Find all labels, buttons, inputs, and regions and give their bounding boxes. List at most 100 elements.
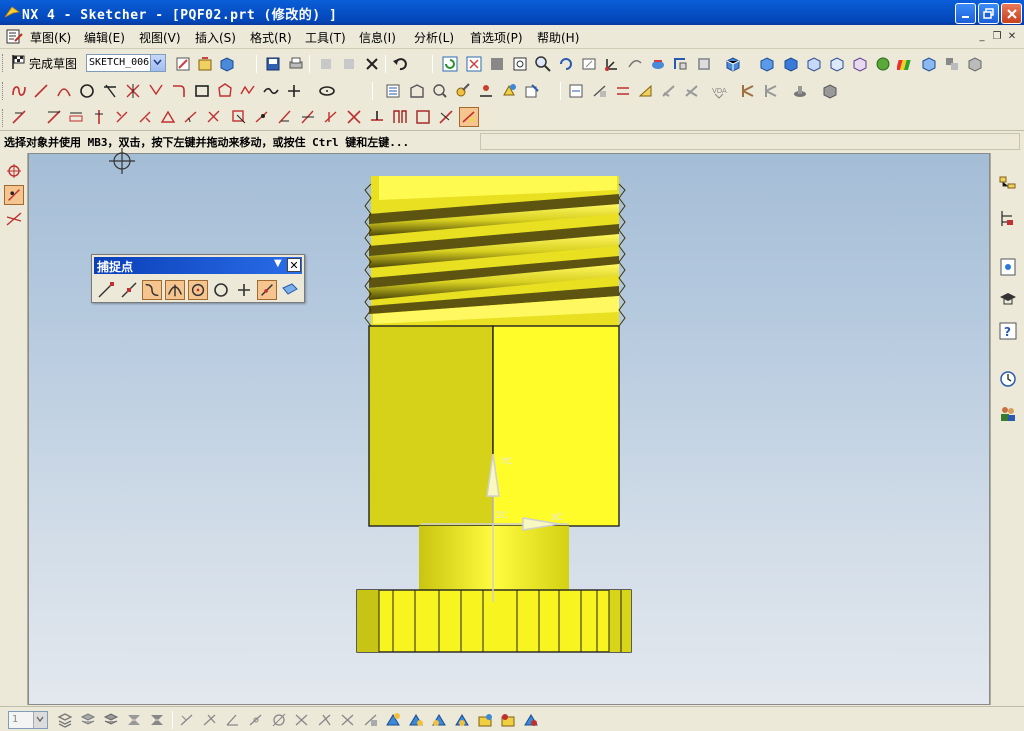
select-feature-icon[interactable] [407,711,425,729]
select-face-icon[interactable] [362,711,380,729]
show-no-constraints-icon[interactable] [414,108,432,126]
zoom-in-out-icon[interactable] [534,55,552,73]
copy-to-layer-icon[interactable] [125,711,143,729]
hide-icon[interactable] [966,55,984,73]
horizontal-constraint-icon[interactable] [345,108,363,126]
mdi-close-icon[interactable]: ✕ [1005,31,1019,43]
refresh-icon[interactable] [441,55,459,73]
end-point-icon[interactable] [96,280,116,300]
select-intersect-icon[interactable] [316,711,334,729]
mid-point-icon[interactable] [119,280,139,300]
arrow-view-icon[interactable] [672,55,690,73]
menu-sketch[interactable]: 草图(K) [30,29,71,46]
layer-category-icon[interactable] [148,711,166,729]
wcs-icon[interactable] [603,55,621,73]
history-icon[interactable] [998,369,1018,389]
help-icon[interactable]: ? [998,321,1018,341]
radius-dim-icon[interactable] [182,108,200,126]
zoom-icon[interactable] [511,55,529,73]
snap-view-icon[interactable] [626,55,644,73]
ellipse-icon[interactable] [318,82,336,100]
select-quadrant-icon[interactable] [339,711,357,729]
evaluate-icon[interactable] [791,82,809,100]
move-to-layer-icon[interactable] [102,711,120,729]
select-mid-icon[interactable] [247,711,265,729]
select-center-icon[interactable] [270,711,288,729]
menu-edit[interactable]: 编辑(E) [84,29,125,46]
animate-dimension-icon[interactable] [660,82,678,100]
mirror-icon[interactable] [431,82,449,100]
vertical-dim-icon[interactable] [67,108,85,126]
perpendicular-dim-icon[interactable] [113,108,131,126]
convert-to-reference-icon[interactable] [459,107,479,127]
point-on-surface-icon[interactable] [280,280,300,300]
cube-view-3-icon[interactable] [805,55,823,73]
reattach-icon[interactable] [196,55,214,73]
snap-point-header[interactable]: 捕捉点 ▼ ✕ [94,257,302,274]
update-icon[interactable] [821,82,839,100]
spline-icon[interactable] [262,82,280,100]
menu-information[interactable]: 信息(I) [359,29,396,46]
reference-constraint-icon[interactable] [437,108,455,126]
menu-view[interactable]: 视图(V) [139,29,181,46]
update-model-icon[interactable] [218,55,236,73]
close-icon[interactable]: ✕ [287,258,301,272]
sphere-icon[interactable] [874,55,892,73]
chevron-down-icon[interactable]: ▼ [274,258,282,269]
mdi-restore-icon[interactable]: ❐ [990,31,1004,43]
graphics-window[interactable]: YC XC ZC [28,153,990,705]
web-browser-icon[interactable] [998,257,1018,277]
print-icon[interactable] [287,55,305,73]
offset-icon[interactable] [384,82,402,100]
layer-cube-icon[interactable] [920,55,938,73]
project-icon[interactable] [408,82,426,100]
auto-constrain-icon[interactable] [614,82,632,100]
undo-icon[interactable] [391,55,409,73]
cube-view-2-icon[interactable] [782,55,800,73]
dimension-inferred-icon[interactable] [10,108,28,126]
viewport-icon[interactable] [695,55,713,73]
menu-tools[interactable]: 工具(T) [305,29,346,46]
cube-view-1-icon[interactable] [758,55,776,73]
part-navigator-icon[interactable] [998,209,1018,229]
select-component-icon[interactable] [430,711,448,729]
line-icon[interactable] [32,82,50,100]
finish-sketch-button[interactable]: 完成草图 [29,55,77,72]
coincident-icon[interactable] [253,108,271,126]
horizontal-dim-icon[interactable] [45,108,63,126]
intersection-snap-icon[interactable] [4,209,24,229]
menu-insert[interactable]: 插入(S) [195,29,236,46]
quadrant-icon[interactable] [211,280,231,300]
constraint-icon[interactable] [230,108,248,126]
sketch-name-select[interactable]: SKETCH_006 [86,54,166,72]
edit-curve-icon[interactable] [454,82,472,100]
point-icon[interactable] [285,82,303,100]
select-body-icon[interactable] [384,711,402,729]
finish-flag-icon[interactable] [10,54,26,70]
selection-filter-icon[interactable] [4,185,24,205]
users-icon[interactable] [998,403,1018,423]
studio-spline-icon[interactable] [239,82,257,100]
snap-point-icon[interactable] [4,161,24,181]
point-on-curve-icon[interactable] [257,280,277,300]
cube-view-4-icon[interactable] [828,55,846,73]
roles-icon[interactable] [998,289,1018,309]
toolbar-grip[interactable] [2,54,6,72]
arc-center-icon[interactable] [188,280,208,300]
menu-format[interactable]: 格式(R) [250,29,292,46]
zoom-window-icon[interactable] [488,55,506,73]
assembly-navigator-icon[interactable] [998,175,1018,195]
reference-icon[interactable] [739,82,757,100]
arc-icon[interactable] [55,82,73,100]
angular-dim-icon[interactable] [136,108,154,126]
midpoint-constraint-icon[interactable] [299,108,317,126]
quick-trim-icon[interactable] [124,82,142,100]
existing-point-icon[interactable] [234,280,254,300]
derived-line-icon[interactable] [101,82,119,100]
intersection-icon[interactable] [165,280,185,300]
convert-icon[interactable] [523,82,541,100]
cube-view-5-icon[interactable] [851,55,869,73]
toolbar-grip[interactable] [2,109,6,127]
menu-help[interactable]: 帮助(H) [537,29,579,46]
close-button[interactable] [1001,3,1022,24]
